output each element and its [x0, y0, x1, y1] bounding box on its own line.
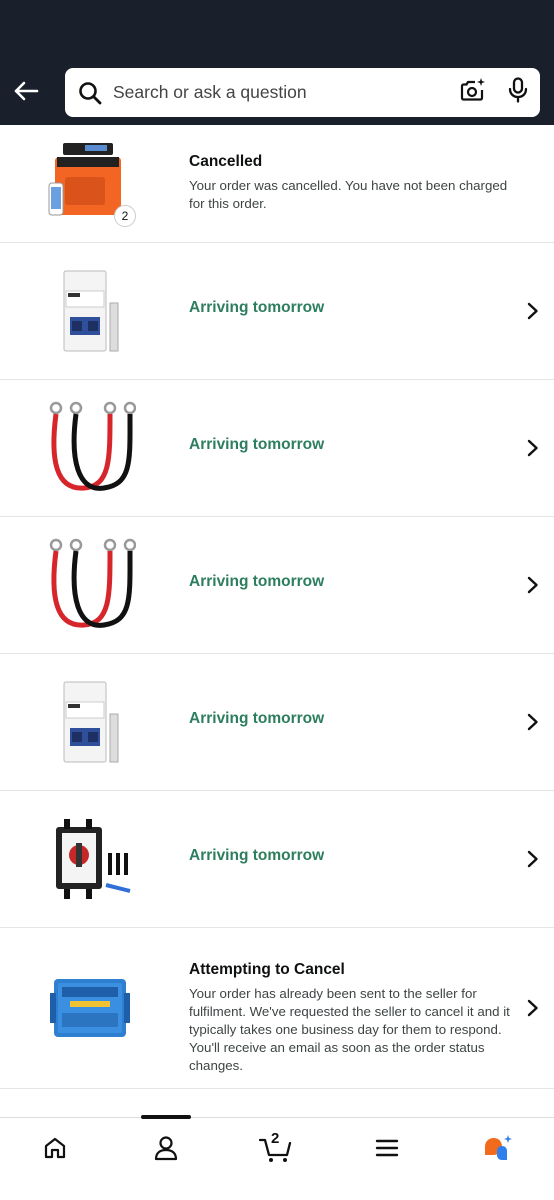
order-row[interactable]: Arriving tomorrow [0, 791, 554, 928]
active-tab-indicator [141, 1115, 191, 1119]
order-row[interactable]: Arriving tomorrow [0, 654, 554, 791]
chevron-right-icon[interactable] [526, 712, 540, 732]
order-status: Arriving tomorrow [189, 847, 325, 864]
chevron-right-icon[interactable] [526, 575, 540, 595]
order-status: Cancelled [189, 153, 263, 170]
cart-count-badge: 2 [271, 1130, 280, 1147]
order-row-attempting-cancel[interactable]: Attempting to Cancel Your order has alre… [0, 928, 554, 1089]
menu-icon [375, 1139, 399, 1157]
camera-lens-icon[interactable] [460, 77, 486, 108]
account-icon [154, 1136, 178, 1161]
order-status: Arriving tomorrow [189, 299, 325, 316]
chevron-right-icon[interactable] [526, 438, 540, 458]
chevron-right-icon[interactable] [526, 301, 540, 321]
back-arrow-icon [14, 81, 39, 101]
rufus-assistant-icon [485, 1135, 512, 1160]
order-row[interactable]: Arriving tomorrow [0, 243, 554, 380]
order-row[interactable]: Arriving tomorrow [0, 517, 554, 654]
back-button[interactable] [10, 75, 42, 107]
order-list: 2 Cancelled Your order was cancelled. Yo… [0, 125, 554, 1089]
home-icon [44, 1137, 66, 1159]
product-image-pv-isolator-switch [40, 809, 140, 909]
nav-home[interactable] [35, 1132, 75, 1164]
nav-rufus-assistant[interactable] [478, 1132, 518, 1164]
search-bar[interactable] [65, 68, 540, 117]
bottom-navigation: 2 [0, 1115, 554, 1200]
order-row[interactable]: Arriving tomorrow [0, 380, 554, 517]
nav-menu[interactable] [367, 1132, 407, 1164]
product-image-battery-cables [40, 535, 140, 635]
chevron-right-icon[interactable] [526, 849, 540, 869]
quantity-badge: 2 [114, 205, 136, 227]
order-status-description: Your order has already been sent to the … [189, 986, 510, 1073]
top-header [0, 0, 554, 125]
search-icon [77, 80, 103, 106]
order-status: Arriving tomorrow [189, 573, 325, 590]
order-row-cancelled[interactable]: 2 Cancelled Your order was cancelled. Yo… [0, 125, 554, 243]
order-status: Arriving tomorrow [189, 710, 325, 727]
product-image-power-station: 2 [40, 133, 140, 233]
product-image-circuit-breaker [40, 261, 140, 361]
microphone-icon[interactable] [508, 77, 528, 108]
nav-cart[interactable]: 2 [256, 1130, 296, 1164]
search-input[interactable] [113, 82, 460, 103]
product-image-circuit-breaker [40, 672, 140, 772]
order-status: Attempting to Cancel [189, 961, 345, 978]
chevron-right-icon[interactable] [526, 998, 540, 1018]
nav-account[interactable] [146, 1132, 186, 1164]
order-status-description: Your order was cancelled. You have not b… [189, 178, 508, 211]
product-image-solar-charge-controller [40, 958, 140, 1058]
order-status: Arriving tomorrow [189, 436, 325, 453]
product-image-battery-cables [40, 398, 140, 498]
